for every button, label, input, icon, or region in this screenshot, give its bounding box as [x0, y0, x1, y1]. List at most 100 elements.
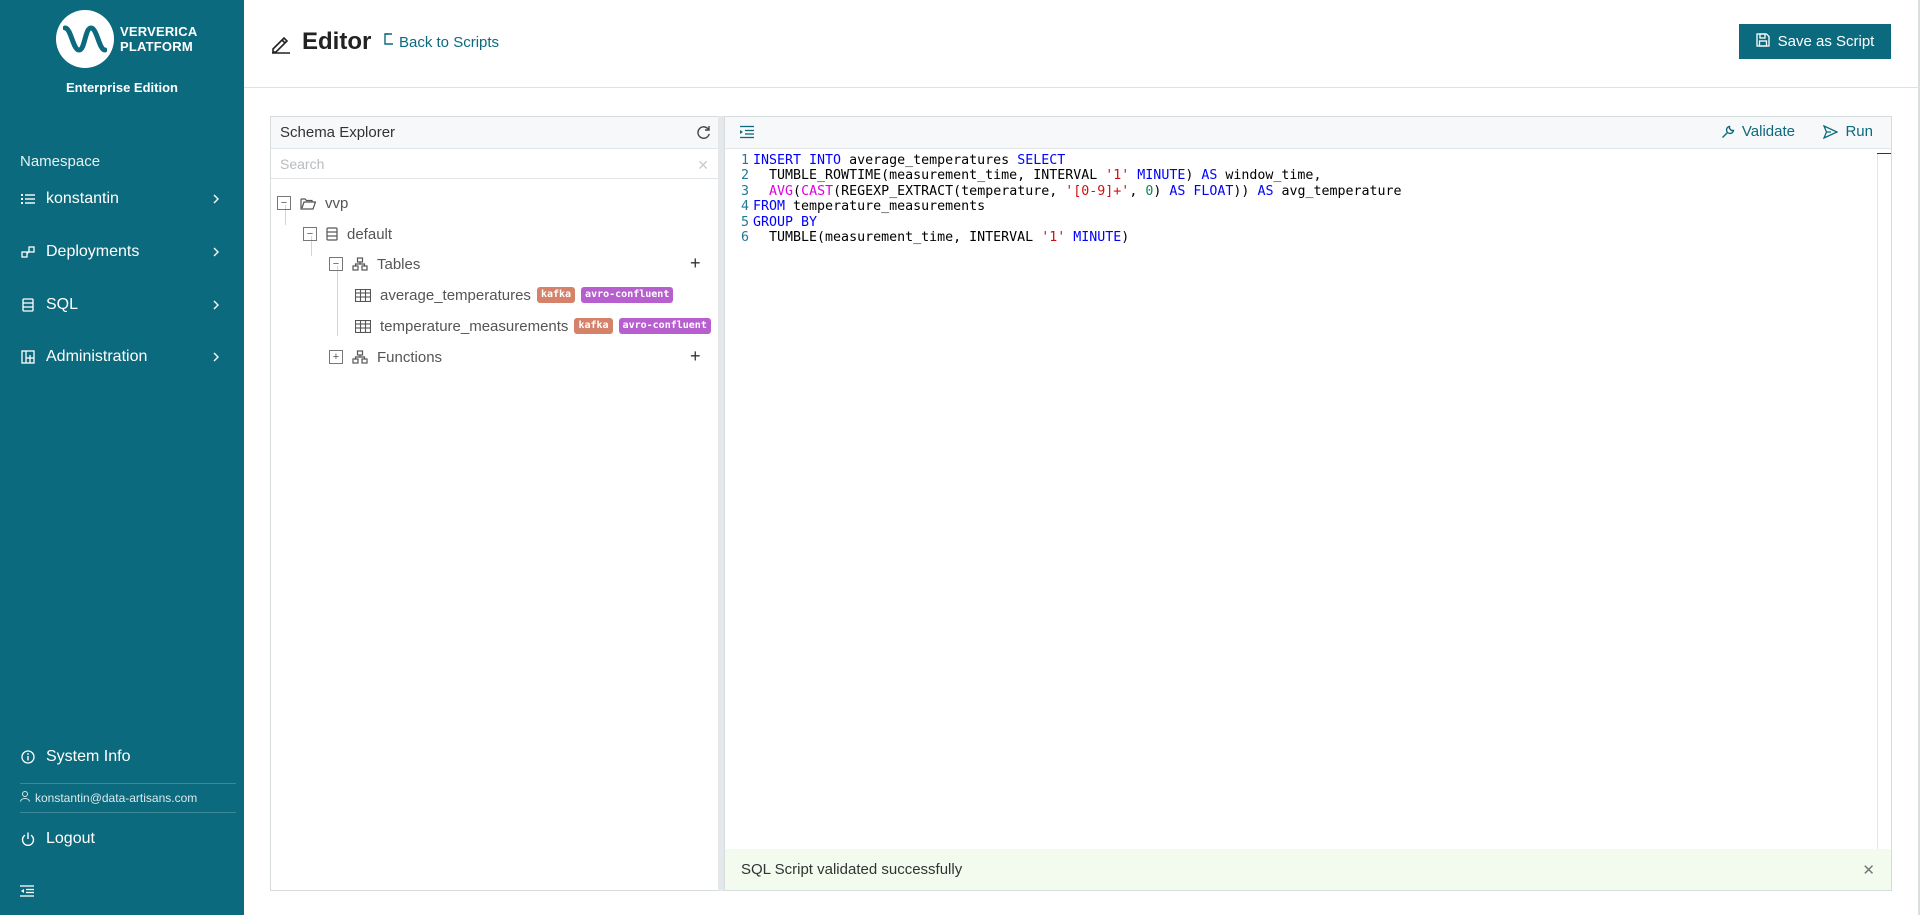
validate-button[interactable]: Validate	[1721, 123, 1795, 140]
schema-explorer-title: Schema Explorer	[280, 124, 396, 141]
return-icon	[382, 33, 394, 51]
back-link-label: Back to Scripts	[399, 33, 500, 51]
folder-open-icon	[300, 197, 316, 210]
schema-explorer-panel: Schema Explorer ✕ − vvp − default − Tabl…	[270, 116, 720, 891]
sidebar: VERVERICA PLATFORM Enterprise Edition Na…	[0, 0, 244, 915]
collapse-icon[interactable]: −	[277, 196, 291, 210]
sidebar-item-label: konstantin	[46, 190, 119, 207]
format-badge: avro-confluent	[581, 287, 674, 303]
dashboard-icon	[20, 349, 36, 365]
power-icon	[20, 831, 36, 847]
database-icon	[20, 297, 36, 313]
catalog-name: vvp	[325, 194, 349, 212]
schema-search: ✕	[271, 149, 719, 179]
page-title: Editor	[302, 28, 372, 55]
refresh-icon[interactable]	[696, 125, 711, 144]
send-icon	[1823, 124, 1839, 139]
sql-editor-panel: Validate Run 1 INSERT INTO average_temper…	[724, 116, 1892, 891]
connector-badge: kafka	[574, 318, 613, 334]
code-line: 4 FROM temperature_measurements	[725, 199, 1881, 214]
logout-item[interactable]: Logout	[0, 819, 244, 859]
tree-node-tables[interactable]: − Tables	[329, 252, 420, 276]
table-name: average_temperatures	[380, 286, 531, 304]
deployments-icon	[20, 244, 36, 260]
tree-guide	[337, 266, 338, 336]
sidebar-divider	[20, 812, 236, 813]
user-icon	[20, 791, 30, 805]
tree-node-functions[interactable]: + Functions	[329, 345, 442, 369]
toast-message: SQL Script validated successfully	[741, 861, 963, 878]
line-number: 4	[740, 199, 749, 215]
save-icon	[1755, 32, 1770, 51]
system-info-item[interactable]: System Info	[0, 737, 244, 777]
collapse-icon[interactable]: −	[303, 227, 317, 241]
logout-label: Logout	[46, 830, 95, 847]
chevron-right-icon	[213, 194, 219, 204]
expand-icon[interactable]: +	[329, 350, 343, 364]
database-icon	[326, 227, 338, 241]
menu-collapse-icon	[20, 885, 34, 897]
table-row[interactable]: temperature_measurements kafka avro-conf…	[355, 314, 711, 338]
namespace-label: Namespace	[20, 153, 101, 170]
edit-icon	[270, 32, 292, 59]
sidebar-item-administration[interactable]: Administration	[0, 337, 244, 377]
edition-label: Enterprise Edition	[66, 80, 178, 95]
close-icon[interactable]: ✕	[1862, 861, 1875, 879]
logo-icon	[56, 10, 114, 68]
sidebar-item-label: SQL	[46, 296, 79, 313]
save-button-label: Save as Script	[1777, 33, 1875, 50]
scrollbar-marker	[1877, 153, 1891, 155]
run-button[interactable]: Run	[1823, 123, 1873, 140]
code-line: 5 GROUP BY	[725, 215, 1881, 230]
tables-label: Tables	[377, 255, 421, 273]
sidebar-item-deployments[interactable]: Deployments	[0, 232, 244, 272]
code-line: 3 AVG(CAST(REGEXP_EXTRACT(temperature, '…	[725, 184, 1881, 199]
hierarchy-icon	[352, 350, 368, 364]
code-line: 1 INSERT INTO average_temperatures SELECT	[725, 153, 1881, 168]
tree-node-database[interactable]: − default	[303, 222, 392, 246]
logo-line1: VERVERICA	[120, 24, 198, 39]
close-icon[interactable]: ✕	[697, 157, 709, 174]
sidebar-item-sql[interactable]: SQL	[0, 285, 244, 325]
database-name: default	[347, 225, 393, 243]
page-header: Editor Back to Scripts Save as Script	[244, 0, 1920, 88]
table-name: temperature_measurements	[380, 317, 569, 335]
code-line: 6 TUMBLE(measurement_time, INTERVAL '1' …	[725, 230, 1881, 245]
sidebar-item-label: Deployments	[46, 243, 140, 260]
collapse-sidebar-button[interactable]	[20, 884, 34, 902]
editor-scrollbar[interactable]	[1877, 153, 1891, 853]
line-number: 5	[740, 214, 749, 230]
user-info: konstantin@data-artisans.com	[20, 791, 197, 805]
save-as-script-button[interactable]: Save as Script	[1739, 24, 1891, 59]
format-icon[interactable]	[739, 125, 755, 144]
chevron-right-icon	[213, 300, 219, 310]
sidebar-item-label: Administration	[46, 348, 148, 365]
add-table-button[interactable]: +	[690, 253, 701, 274]
sidebar-divider	[20, 783, 236, 784]
logo-line2: PLATFORM	[120, 39, 193, 54]
chevron-right-icon	[213, 247, 219, 257]
ververica-logo[interactable]: VERVERICA PLATFORM	[56, 10, 197, 68]
editor-toolbar: Validate Run	[725, 117, 1891, 149]
user-email: konstantin@data-artisans.com	[35, 791, 198, 805]
system-info-label: System Info	[46, 748, 131, 765]
sidebar-item-namespace[interactable]: konstantin	[0, 179, 244, 219]
line-number: 3	[740, 183, 749, 199]
chevron-right-icon	[213, 352, 219, 362]
connector-badge: kafka	[536, 287, 576, 303]
wrench-icon	[1721, 125, 1735, 139]
collapse-icon[interactable]: −	[329, 257, 343, 271]
line-number: 1	[740, 153, 749, 168]
line-number: 2	[740, 168, 749, 184]
info-icon	[20, 749, 36, 765]
add-function-button[interactable]: +	[690, 346, 701, 367]
code-editor[interactable]: 1 INSERT INTO average_temperatures SELECT…	[725, 153, 1881, 245]
list-icon	[20, 191, 36, 207]
table-row[interactable]: average_temperatures kafka avro-confluen…	[355, 283, 674, 307]
hierarchy-icon	[352, 257, 368, 271]
back-to-scripts-link[interactable]: Back to Scripts	[382, 33, 499, 51]
line-number: 6	[740, 230, 749, 246]
code-line: 2 TUMBLE_ROWTIME(measurement_time, INTER…	[725, 168, 1881, 183]
tree-node-catalog[interactable]: − vvp	[277, 191, 348, 215]
search-input[interactable]	[271, 149, 719, 178]
